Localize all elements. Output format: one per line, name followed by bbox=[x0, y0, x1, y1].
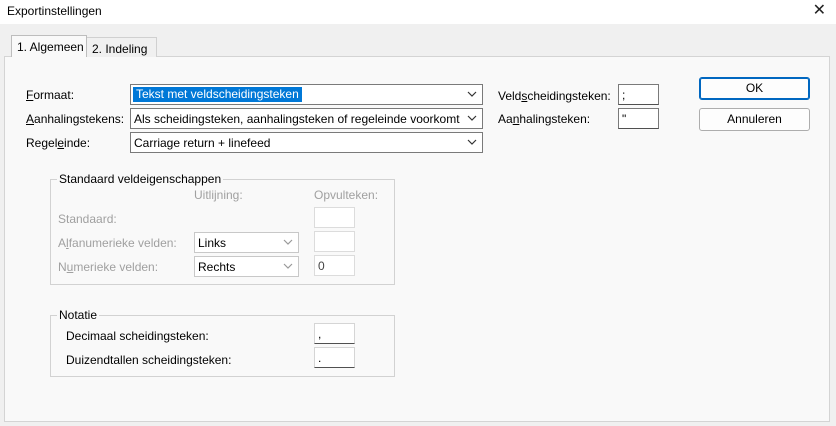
numeric-row-label-pre: N bbox=[58, 260, 67, 274]
field-separator-label-pre: Veld bbox=[498, 89, 522, 103]
window-title: Exportinstellingen bbox=[7, 4, 102, 18]
field-separator-value: ; bbox=[622, 88, 626, 102]
alpha-alignment-value: Links bbox=[198, 236, 227, 250]
field-separator-label: Veldscheidingsteken: bbox=[498, 89, 611, 103]
thousands-separator-value: . bbox=[318, 351, 322, 365]
standard-padding-input[interactable] bbox=[314, 207, 355, 228]
decimal-separator-input[interactable]: , bbox=[314, 323, 355, 344]
quotes-select-value: Als scheidingsteken, aanhalingsteken of … bbox=[134, 112, 460, 126]
line-end-label-pre: Regel bbox=[26, 136, 58, 150]
alpha-row-label-pre: A bbox=[58, 236, 67, 250]
numeric-row-label: Numerieke velden: bbox=[58, 260, 158, 274]
close-icon[interactable]: ✕ bbox=[813, 1, 826, 21]
alignment-column-header: Uitlijning: bbox=[194, 188, 243, 202]
quotes-label-accel: A bbox=[26, 112, 35, 126]
field-separator-label-rest: cheidingsteken: bbox=[527, 89, 611, 103]
quote-char-label-pre: Aa bbox=[498, 112, 513, 126]
standard-row-label: Standaard: bbox=[58, 212, 117, 226]
decimal-separator-label: Decimaal scheidingsteken: bbox=[66, 329, 209, 343]
quotes-select[interactable]: Als scheidingsteken, aanhalingsteken of … bbox=[130, 108, 483, 129]
format-label-rest: ormaat: bbox=[33, 88, 75, 102]
tab-algemeen-label: 1. Algemeen bbox=[17, 40, 84, 54]
notation-legend: Notatie bbox=[57, 308, 100, 322]
chevron-down-icon bbox=[466, 112, 478, 124]
numeric-padding-value: 0 bbox=[318, 259, 325, 273]
format-select-value: Tekst met veldscheidingsteken bbox=[133, 87, 302, 102]
chevron-down-icon bbox=[466, 136, 478, 148]
alpha-row-label-rest: fanumerieke velden: bbox=[68, 236, 177, 250]
quotes-label: Aanhalingstekens: bbox=[26, 112, 124, 126]
numeric-row-label-rest: merieke velden: bbox=[73, 260, 159, 274]
line-end-label-rest: inde: bbox=[64, 136, 91, 150]
numeric-alignment-value: Rechts bbox=[198, 260, 236, 274]
alpha-alignment-select[interactable]: Links bbox=[194, 232, 299, 253]
alpha-padding-input[interactable] bbox=[314, 231, 355, 252]
ok-button[interactable]: OK bbox=[699, 77, 810, 100]
tab-algemeen[interactable]: 1. Algemeen bbox=[11, 35, 87, 57]
title-bar bbox=[0, 0, 836, 24]
quote-char-input[interactable]: " bbox=[618, 108, 659, 129]
tab-indeling-label: 2. Indeling bbox=[92, 42, 148, 56]
decimal-separator-value: , bbox=[318, 327, 322, 341]
chevron-down-icon bbox=[282, 260, 294, 272]
chevron-down-icon bbox=[282, 236, 294, 248]
chevron-down-icon bbox=[466, 88, 478, 100]
tab-indeling[interactable]: 2. Indeling bbox=[87, 37, 157, 57]
cancel-button[interactable]: Annuleren bbox=[699, 108, 810, 131]
alpha-row-label: Alfanumerieke velden: bbox=[58, 236, 177, 250]
quote-char-label: Aanhalingsteken: bbox=[498, 112, 590, 126]
standard-props-legend: Standaard veldeigenschappen bbox=[57, 172, 224, 186]
field-separator-input[interactable]: ; bbox=[618, 84, 659, 105]
format-label: Formaat: bbox=[26, 88, 74, 102]
quote-char-value: " bbox=[622, 112, 627, 126]
line-end-label: Regeleinde: bbox=[26, 136, 90, 150]
padding-column-header: Opvulteken: bbox=[314, 188, 379, 202]
quote-char-label-rest: halingsteken: bbox=[519, 112, 591, 126]
thousands-separator-label: Duizendtallen scheidingsteken: bbox=[66, 353, 232, 367]
line-end-select-value: Carriage return + linefeed bbox=[134, 136, 271, 150]
thousands-separator-input[interactable]: . bbox=[314, 347, 355, 368]
numeric-alignment-select[interactable]: Rechts bbox=[194, 256, 299, 277]
numeric-padding-input[interactable]: 0 bbox=[314, 255, 355, 276]
format-select[interactable]: Tekst met veldscheidingsteken bbox=[130, 84, 483, 105]
line-end-select[interactable]: Carriage return + linefeed bbox=[130, 132, 483, 153]
quotes-label-rest: anhalingstekens: bbox=[34, 112, 125, 126]
